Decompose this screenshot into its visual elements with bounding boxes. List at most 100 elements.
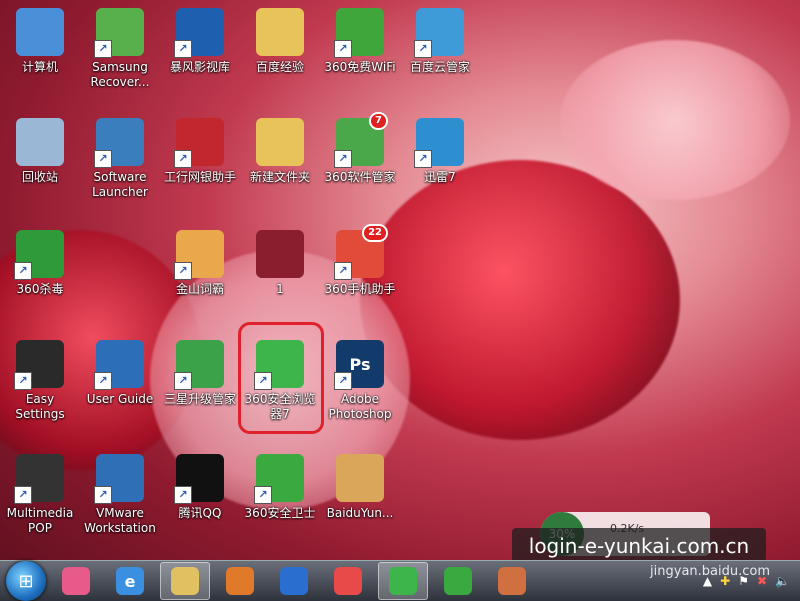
desktop-icon-label: 暴风影视库 [169, 60, 230, 74]
shortcut-arrow-icon: ↗ [94, 486, 112, 504]
desktop-icon-label: 工行网银助手 [163, 170, 236, 184]
desktop-icon[interactable]: ↗ 腾讯QQ [160, 454, 240, 521]
shortcut-arrow-icon: ↗ [174, 150, 192, 168]
desktop-icon[interactable]: BaiduYun... [320, 454, 400, 521]
shortcut-arrow-icon: ↗ [14, 486, 32, 504]
wifi-icon: ↗ [334, 8, 384, 58]
shortcut-arrow-icon: ↗ [334, 40, 352, 58]
taskbar-pinned: e [46, 562, 536, 600]
shortcut-arrow-icon: ↗ [174, 40, 192, 58]
internet-explorer-icon[interactable]: e [106, 563, 154, 599]
site-watermark: login-e-yunkai.com.cn [512, 528, 766, 564]
desktop-icon-label: 360手机助手 [324, 282, 396, 296]
taskbar-icon-graphic [280, 567, 308, 595]
image-thumbnail-icon [256, 230, 304, 278]
desktop-icon[interactable]: ↗ 暴风影视库 [160, 8, 240, 75]
notification-badge: 22 [362, 224, 388, 242]
icbc-icon: ↗ [174, 118, 224, 168]
desktop-icon[interactable]: ↗ 7 360软件管家 [320, 112, 400, 185]
desktop-icon[interactable]: ↗ Samsung Recover... [80, 8, 160, 90]
taskbar-icon-graphic [444, 567, 472, 595]
phone-assistant-icon: ↗ 22 [334, 224, 388, 280]
shortcut-arrow-icon: ↗ [414, 40, 432, 58]
shortcut-arrow-icon: ↗ [254, 486, 272, 504]
taskbar-icon-graphic [389, 567, 417, 595]
video-film-icon[interactable] [270, 563, 318, 599]
shortcut-arrow-icon: ↗ [14, 262, 32, 280]
desktop-icon-label: VMware Workstation [84, 506, 156, 535]
desktop-icon[interactable]: ↗ 360免费WiFi [320, 8, 400, 75]
desktop-icon-label: Multimedia POP [6, 506, 74, 535]
shortcut-arrow-icon: ↗ [174, 486, 192, 504]
desktop-icon[interactable]: ↗ User Guide [80, 340, 160, 407]
desktop-icon-label: 1 [276, 282, 284, 296]
desktop-icon-label: 腾讯QQ [178, 506, 222, 520]
desktop-icon[interactable]: ↗ VMware Workstation [80, 454, 160, 536]
desktop-icon-label: 迅雷7 [424, 170, 456, 184]
antivirus-shield-icon: ↗ [14, 230, 64, 280]
shortcut-arrow-icon: ↗ [174, 262, 192, 280]
baidu-cloud-icon: ↗ [414, 8, 464, 58]
taskbar-icon-graphic [498, 567, 526, 595]
software-manager-icon: ↗ 7 [334, 112, 388, 168]
notification-badge: 7 [369, 112, 388, 130]
desktop-icon[interactable]: 百度经验 [240, 8, 320, 75]
taskbar-icon-glyph: e [124, 571, 136, 591]
media-player-icon[interactable] [216, 563, 264, 599]
desktop-icon[interactable]: ↗ 迅雷7 [400, 118, 480, 185]
desktop-icon[interactable]: ↗ 360安全卫士 [240, 454, 320, 521]
desktop-icon[interactable]: ↗ 三星升级管家 [160, 340, 240, 407]
colorful-app-icon[interactable] [324, 563, 372, 599]
shortcut-arrow-icon: ↗ [414, 150, 432, 168]
desktop-icon-label: 百度云管家 [409, 60, 470, 74]
highlight-box-360-browser [238, 322, 324, 434]
taskbar-icon-graphic [62, 567, 90, 595]
multimedia-pop-icon: ↗ [14, 454, 64, 504]
magnifier-dictionary-icon: ↗ [174, 230, 224, 280]
tray-volume-icon[interactable]: 🔈 [775, 574, 790, 588]
desktop-icon-label: 360杀毒 [16, 282, 64, 296]
desktop-icon[interactable]: ↗ Software Launcher [80, 118, 160, 200]
desktop-icon[interactable]: ↗ 金山词霸 [160, 230, 240, 297]
computer-icon [16, 8, 64, 56]
desktop-icon[interactable]: 新建文件夹 [240, 118, 320, 185]
desktop-icon[interactable]: ↗ 360杀毒 [0, 230, 80, 297]
samsung-update-icon: ↗ [174, 340, 224, 390]
taskbar-icon-graphic: e [116, 567, 144, 595]
desktop-icon[interactable]: ↗ 百度云管家 [400, 8, 480, 75]
folder-icon [256, 8, 304, 56]
desktop-icon-label: BaiduYun... [326, 506, 394, 520]
desktop-icon-label: 360软件管家 [324, 170, 396, 184]
shortcut-arrow-icon: ↗ [334, 150, 352, 168]
security-guard-icon[interactable] [434, 563, 482, 599]
desktop-icon[interactable]: ↗ 工行网银助手 [160, 118, 240, 185]
desktop-icon-label: 360免费WiFi [324, 60, 396, 74]
shortcut-arrow-icon: ↗ [334, 262, 352, 280]
app-gallery-icon[interactable] [52, 563, 100, 599]
browser-360-icon[interactable] [378, 562, 428, 600]
desktop-icon[interactable]: ↗ Multimedia POP [0, 454, 80, 536]
shortcut-arrow-icon: ↗ [94, 150, 112, 168]
paint-icon[interactable] [488, 563, 536, 599]
desktop-icon-label: 金山词霸 [175, 282, 224, 296]
baidu-watermark: jingyan.baidu.com [650, 564, 770, 579]
desktop-icon[interactable]: ↗ 22 360手机助手 [320, 224, 400, 297]
windows-start-icon[interactable]: ⊞ [6, 561, 46, 601]
desktop-icon-label: 新建文件夹 [249, 170, 310, 184]
recycle-bin-icon [16, 118, 64, 166]
desktop-icon[interactable]: 计算机 [0, 8, 80, 75]
desktop-icon-label: 百度经验 [255, 60, 304, 74]
desktop-icon-label: 三星升级管家 [163, 392, 236, 406]
taskbar-icon-graphic [171, 567, 199, 595]
desktop-icon[interactable]: 回收站 [0, 118, 80, 185]
desktop-icon[interactable]: Ps ↗ Adobe Photoshop [320, 340, 400, 422]
folder-icon [256, 118, 304, 166]
taskbar-icon-graphic [226, 567, 254, 595]
desktop: 计算机 ↗ Samsung Recover... ↗ 暴风影视库 百度经验 ↗ 360免费Wi… [0, 0, 800, 560]
desktop-icon-label: Samsung Recover... [90, 60, 150, 89]
desktop-icon-label: 回收站 [21, 170, 58, 184]
desktop-icon[interactable]: ↗ Easy Settings [0, 340, 80, 422]
file-explorer-icon[interactable] [160, 562, 210, 600]
storm-video-library-icon: ↗ [174, 8, 224, 58]
desktop-icon[interactable]: 1 [240, 230, 320, 297]
